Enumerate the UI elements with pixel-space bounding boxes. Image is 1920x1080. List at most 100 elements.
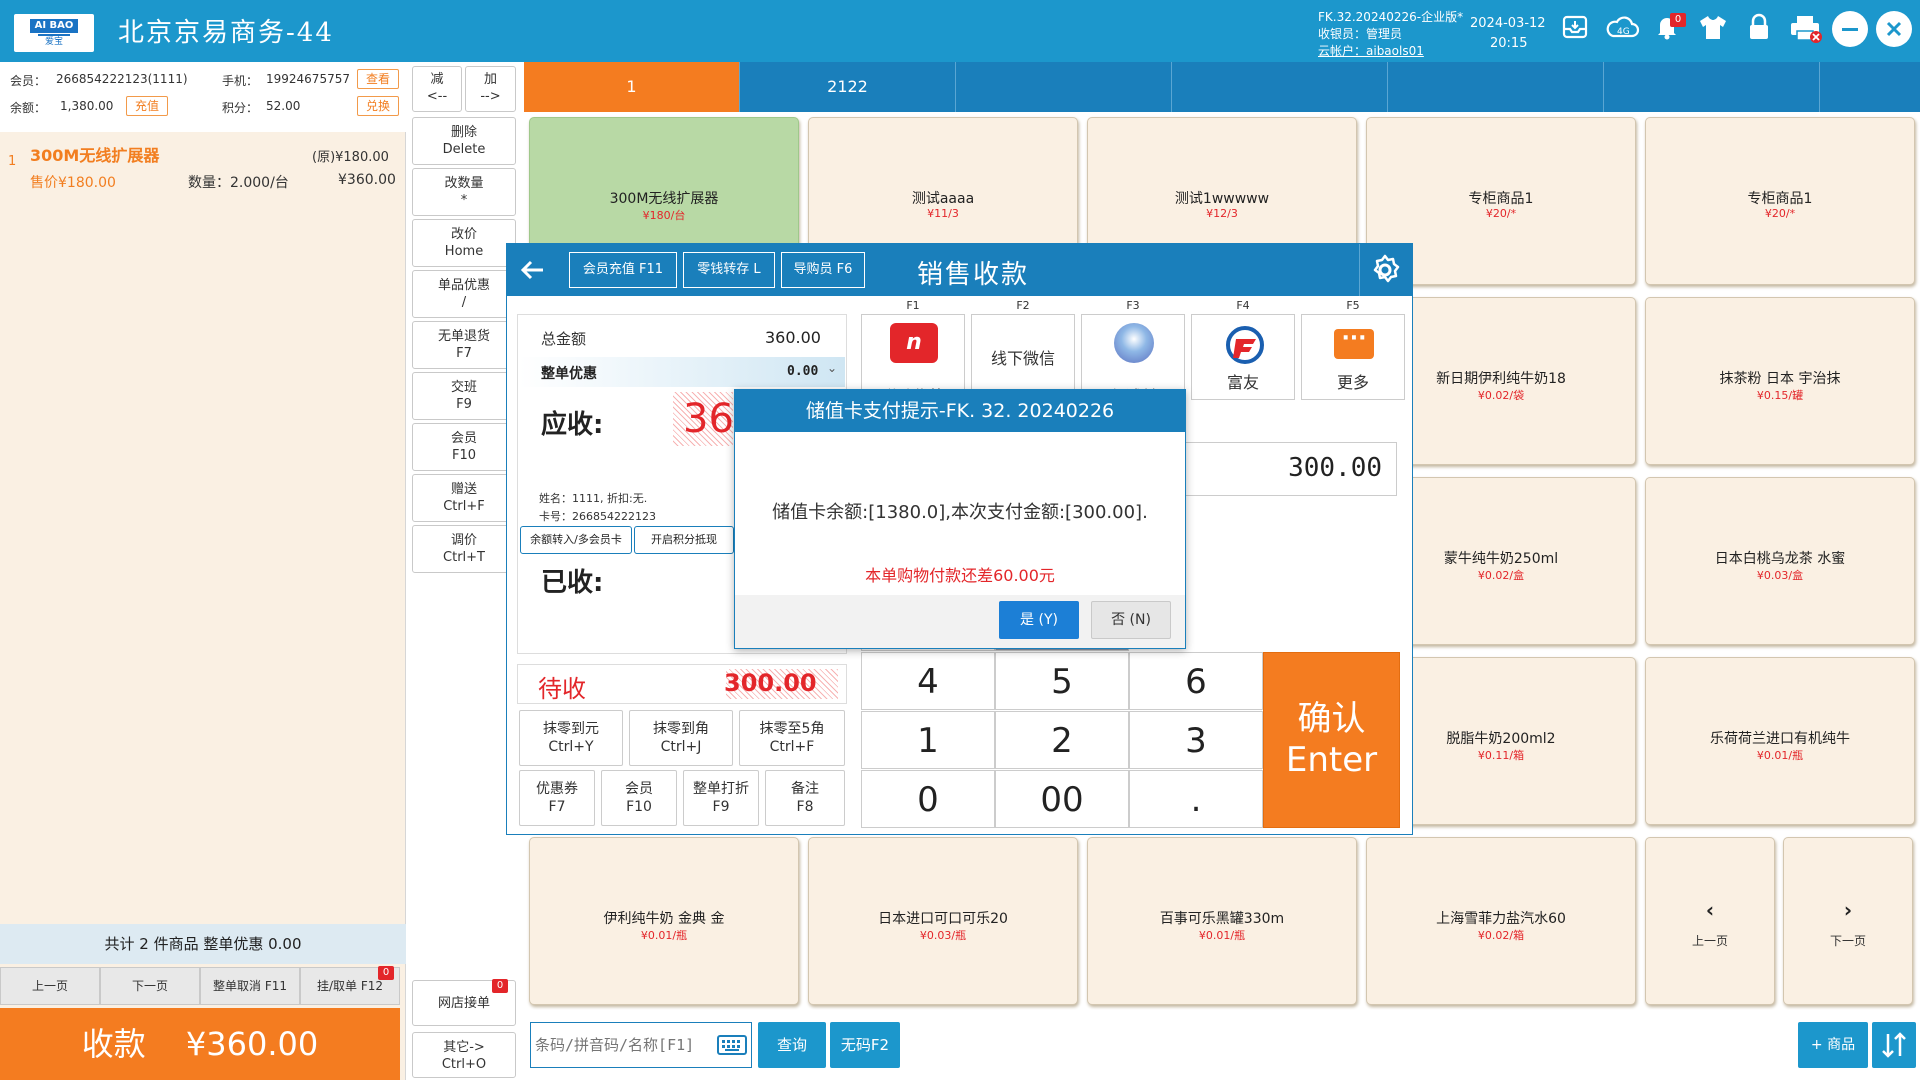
pay-method-fuiou[interactable]: F4 富友 bbox=[1191, 299, 1295, 400]
key-1[interactable]: 1 bbox=[861, 711, 995, 769]
return-button[interactable]: 无单退货 F7 bbox=[412, 321, 516, 369]
sort-icon[interactable] bbox=[1872, 1022, 1916, 1068]
pay-method-more[interactable]: F5 ··· 更多 bbox=[1301, 299, 1405, 400]
view-member-button[interactable]: 查看 bbox=[357, 69, 399, 89]
adjust-price-button[interactable]: 调价 Ctrl+T bbox=[412, 525, 516, 573]
shift-button[interactable]: 交班 F9 bbox=[412, 372, 516, 420]
tab-empty[interactable] bbox=[956, 62, 1172, 112]
round-yuan-button[interactable]: 抹零到元 Ctrl+Y bbox=[519, 710, 623, 766]
remark-button[interactable]: 备注 F8 bbox=[765, 770, 845, 826]
change-price-button[interactable]: 改价 Home bbox=[412, 219, 516, 267]
product-prev-page-button[interactable]: ‹ 上一页 bbox=[1645, 837, 1775, 1005]
settings-gear-icon[interactable] bbox=[1365, 250, 1405, 290]
change-qty-label: 改数量 bbox=[444, 176, 484, 191]
pay-method-wechat-offline[interactable]: F2 线下微信 bbox=[971, 299, 1075, 400]
bell-icon[interactable]: 0 bbox=[1650, 13, 1686, 47]
key-5[interactable]: 5 bbox=[995, 652, 1129, 710]
change-price-label: 改价 bbox=[450, 227, 477, 242]
coupon-button[interactable]: 优惠券 F7 bbox=[519, 770, 595, 826]
key-00[interactable]: 00 bbox=[995, 770, 1129, 828]
shirt-icon[interactable] bbox=[1696, 13, 1730, 47]
phone-value: 19924675757 bbox=[266, 72, 350, 86]
round-jiao-button[interactable]: 抹零到角 Ctrl+J bbox=[629, 710, 733, 766]
points-deduct-button[interactable]: 开启积分抵现 bbox=[634, 526, 734, 554]
lock-icon[interactable] bbox=[1742, 13, 1776, 47]
pay-method-bichengfu[interactable]: F3 必诚付 bbox=[1081, 299, 1185, 400]
recharge-button[interactable]: 充值 bbox=[126, 96, 168, 116]
header-divider bbox=[1359, 244, 1360, 296]
product-card[interactable]: 上海雪菲力盐汽水60 ¥0.02/箱 bbox=[1366, 837, 1636, 1005]
printer-icon[interactable] bbox=[1786, 13, 1826, 47]
cart-summary: 共计 2 件商品 整单优惠 0.00 bbox=[0, 924, 406, 964]
product-card[interactable]: 乐荷荷兰进口有机纯牛 ¥0.01/瓶 bbox=[1645, 657, 1915, 825]
product-card[interactable]: 百事可乐黑罐330m ¥0.01/瓶 bbox=[1087, 837, 1357, 1005]
tab-empty[interactable] bbox=[1604, 62, 1820, 112]
key-4[interactable]: 4 bbox=[861, 652, 995, 710]
popup-yes-button[interactable]: 是 (Y) bbox=[999, 601, 1079, 639]
tab-empty[interactable] bbox=[1820, 62, 1920, 112]
discount-row[interactable]: 整单优惠 0.00 ⌄ bbox=[519, 357, 845, 387]
pay-button[interactable]: 收款 ¥360.00 bbox=[0, 1008, 400, 1080]
round-half-button[interactable]: 抹零至5角 Ctrl+F bbox=[739, 710, 845, 766]
pay-method-umpay[interactable]: F1 n 联动优势 bbox=[861, 299, 965, 400]
cart-next-button[interactable]: 下一页 bbox=[100, 967, 200, 1005]
cart-prev-button[interactable]: 上一页 bbox=[0, 967, 100, 1005]
nocode-button[interactable]: 无码F2 bbox=[830, 1022, 900, 1068]
search-input[interactable] bbox=[535, 1031, 705, 1059]
product-card[interactable]: 日本白桃乌龙茶 水蜜 ¥0.03/盒 bbox=[1645, 477, 1915, 645]
product-card[interactable]: 伊利纯牛奶 金典 金 ¥0.01/瓶 bbox=[529, 837, 799, 1005]
member-button[interactable]: 会员 F10 bbox=[412, 423, 516, 471]
confirm-label: 确认 bbox=[1297, 699, 1366, 739]
redeem-button[interactable]: 兑换 bbox=[357, 96, 399, 116]
key-dot[interactable]: . bbox=[1129, 770, 1263, 828]
product-price: ¥20/* bbox=[1485, 207, 1517, 220]
member-recharge-button[interactable]: 会员充值 F11 bbox=[569, 252, 677, 288]
product-card[interactable]: 日本进口可口可乐20 ¥0.03/瓶 bbox=[808, 837, 1078, 1005]
decrease-button[interactable]: 减 <-- bbox=[412, 66, 462, 112]
increase-button[interactable]: 加 --> bbox=[465, 66, 516, 112]
query-button[interactable]: 查询 bbox=[758, 1022, 826, 1068]
key-6[interactable]: 6 bbox=[1129, 652, 1263, 710]
keyboard-icon[interactable] bbox=[717, 1035, 747, 1059]
product-card[interactable]: 抹茶粉 日本 宇治抹 ¥0.15/罐 bbox=[1645, 297, 1915, 465]
item-discount-button[interactable]: 单品优惠 / bbox=[412, 270, 516, 318]
cloud-account-link[interactable]: 云帐户：aibaols01 bbox=[1318, 42, 1424, 59]
checkout-header: 会员充值 F11 零钱转存 L 导购员 F6 销售收款 bbox=[507, 244, 1412, 296]
inbox-icon[interactable] bbox=[1558, 13, 1592, 47]
search-box[interactable] bbox=[530, 1022, 752, 1068]
add-product-button[interactable]: + 商品 bbox=[1798, 1022, 1868, 1068]
pay-amount-value: 300.00 bbox=[1288, 453, 1382, 483]
gift-button[interactable]: 赠送 Ctrl+F bbox=[412, 474, 516, 522]
checkout-member-button[interactable]: 会员 F10 bbox=[601, 770, 677, 826]
cloud-icon[interactable]: 4G bbox=[1602, 13, 1642, 47]
chevron-down-icon[interactable]: ⌄ bbox=[827, 361, 837, 375]
cancel-order-button[interactable]: 整单取消 F11 bbox=[200, 967, 300, 1005]
back-arrow-icon[interactable] bbox=[515, 252, 551, 288]
change-price-key: Home bbox=[444, 244, 484, 259]
key-0[interactable]: 0 bbox=[861, 770, 995, 828]
change-deposit-button[interactable]: 零钱转存 L bbox=[683, 252, 775, 288]
product-next-page-button[interactable]: › 下一页 bbox=[1783, 837, 1913, 1005]
confirm-button[interactable]: 确认 Enter bbox=[1263, 652, 1400, 828]
cart-item[interactable]: 1 300M无线扩展器 (原)¥180.00 售价¥180.00 数量：2.00… bbox=[0, 132, 406, 194]
key-3[interactable]: 3 bbox=[1129, 711, 1263, 769]
product-card[interactable]: 专柜商品1 ¥20/* bbox=[1645, 117, 1915, 285]
sales-guide-button[interactable]: 导购员 F6 bbox=[781, 252, 865, 288]
popup-no-button[interactable]: 否 (N) bbox=[1091, 601, 1171, 639]
tab-empty[interactable] bbox=[1388, 62, 1604, 112]
close-icon[interactable] bbox=[1876, 11, 1912, 47]
minimize-icon[interactable] bbox=[1832, 11, 1868, 47]
popup-title: 储值卡支付提示-FK. 32. 20240226 bbox=[735, 390, 1185, 432]
other-button[interactable]: 其它-> Ctrl+O bbox=[412, 1032, 516, 1078]
total-label: 总金额 bbox=[541, 330, 587, 348]
tab-empty[interactable] bbox=[1172, 62, 1388, 112]
balance-transfer-button[interactable]: 余额转入/多会员卡 bbox=[520, 526, 632, 554]
order-discount-button[interactable]: 整单打折 F9 bbox=[683, 770, 759, 826]
balance-value: 1,380.00 bbox=[60, 99, 114, 113]
tab-category-1[interactable]: 1 bbox=[524, 62, 740, 112]
receivable-value: 360 bbox=[683, 396, 737, 442]
change-qty-button[interactable]: 改数量 * bbox=[412, 168, 516, 216]
key-2[interactable]: 2 bbox=[995, 711, 1129, 769]
tab-category-2122[interactable]: 2122 bbox=[740, 62, 956, 112]
delete-button[interactable]: 删除 Delete bbox=[412, 117, 516, 165]
